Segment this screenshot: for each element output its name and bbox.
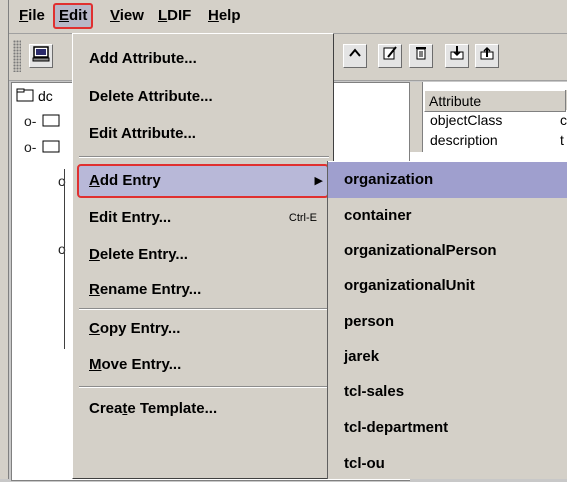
delete-attribute-item[interactable]: Delete Attribute... — [73, 80, 331, 114]
menu-ldif[interactable]: LDIF — [154, 4, 195, 28]
menu-view[interactable]: View — [106, 4, 148, 28]
tree-connector-line — [64, 169, 65, 349]
table-scroll-arrows-icon[interactable] — [410, 82, 423, 152]
submenu-item-jarek[interactable]: jarek — [328, 339, 567, 375]
menu-separator — [79, 156, 329, 158]
column-header-attribute[interactable]: Attribute — [424, 90, 566, 112]
menu-file[interactable]: File — [15, 4, 49, 28]
computer-icon[interactable] — [29, 44, 53, 68]
toolbar-grip-icon[interactable] — [13, 40, 21, 72]
submenu-item-tcl-department[interactable]: tcl-department — [328, 410, 567, 446]
collapse-handle-icon[interactable]: o- — [24, 139, 36, 155]
table-row[interactable]: description — [430, 132, 498, 148]
copy-entry-item[interactable]: Copy Entry... — [73, 312, 331, 346]
edit-menu-dropdown: Add Attribute... Delete Attribute... Edi… — [72, 33, 334, 479]
submenu-arrow-icon: ▶ — [314, 175, 323, 187]
trash-icon[interactable] — [409, 44, 433, 68]
menu-edit[interactable]: Edit — [53, 3, 94, 29]
table-cell-value[interactable]: c — [560, 112, 567, 128]
folder-icon — [42, 139, 60, 156]
submenu-item-tcl-ou[interactable]: tcl-ou — [328, 446, 567, 482]
menu-separator — [79, 308, 329, 310]
folder-icon — [42, 113, 60, 130]
move-entry-item[interactable]: Move Entry... — [73, 348, 331, 382]
submenu-item-person[interactable]: person — [328, 304, 567, 340]
delete-entry-item[interactable]: Delete Entry... — [73, 238, 331, 272]
submenu-item-organizational-person[interactable]: organizationalPerson — [328, 233, 567, 269]
add-attribute-item[interactable]: Add Attribute... — [73, 42, 331, 76]
tree-root-label[interactable]: dc — [38, 88, 53, 104]
add-entry-item[interactable]: Add Entry ▶ — [77, 164, 329, 198]
menu-separator — [79, 386, 329, 388]
submenu-border — [327, 161, 328, 479]
window-edge — [0, 0, 9, 479]
import-icon[interactable] — [475, 44, 499, 68]
menu-help[interactable]: Help — [204, 4, 245, 28]
folder-icon — [16, 88, 34, 105]
menubar: File Edit View LDIF Help — [9, 0, 567, 34]
table-cell-value[interactable]: t — [560, 132, 564, 148]
edit-entry-item[interactable]: Edit Entry... Ctrl-E — [73, 201, 331, 235]
up-icon[interactable] — [343, 44, 367, 68]
submenu-item-tcl-sales[interactable]: tcl-sales — [328, 374, 567, 410]
export-icon[interactable] — [445, 44, 469, 68]
edit-attribute-item[interactable]: Edit Attribute... — [73, 117, 331, 151]
submenu-item-organization[interactable]: organization — [328, 162, 567, 198]
table-row[interactable]: objectClass — [430, 112, 502, 128]
add-entry-submenu: organization container organizationalPer… — [327, 161, 567, 479]
expand-handle-icon[interactable]: o- — [24, 113, 36, 129]
edit-icon[interactable] — [378, 44, 402, 68]
create-template-item[interactable]: Create Template... — [73, 392, 331, 426]
submenu-item-organizational-unit[interactable]: organizationalUnit — [328, 268, 567, 304]
submenu-item-container[interactable]: container — [328, 198, 567, 234]
rename-entry-item[interactable]: Rename Entry... — [73, 273, 331, 307]
